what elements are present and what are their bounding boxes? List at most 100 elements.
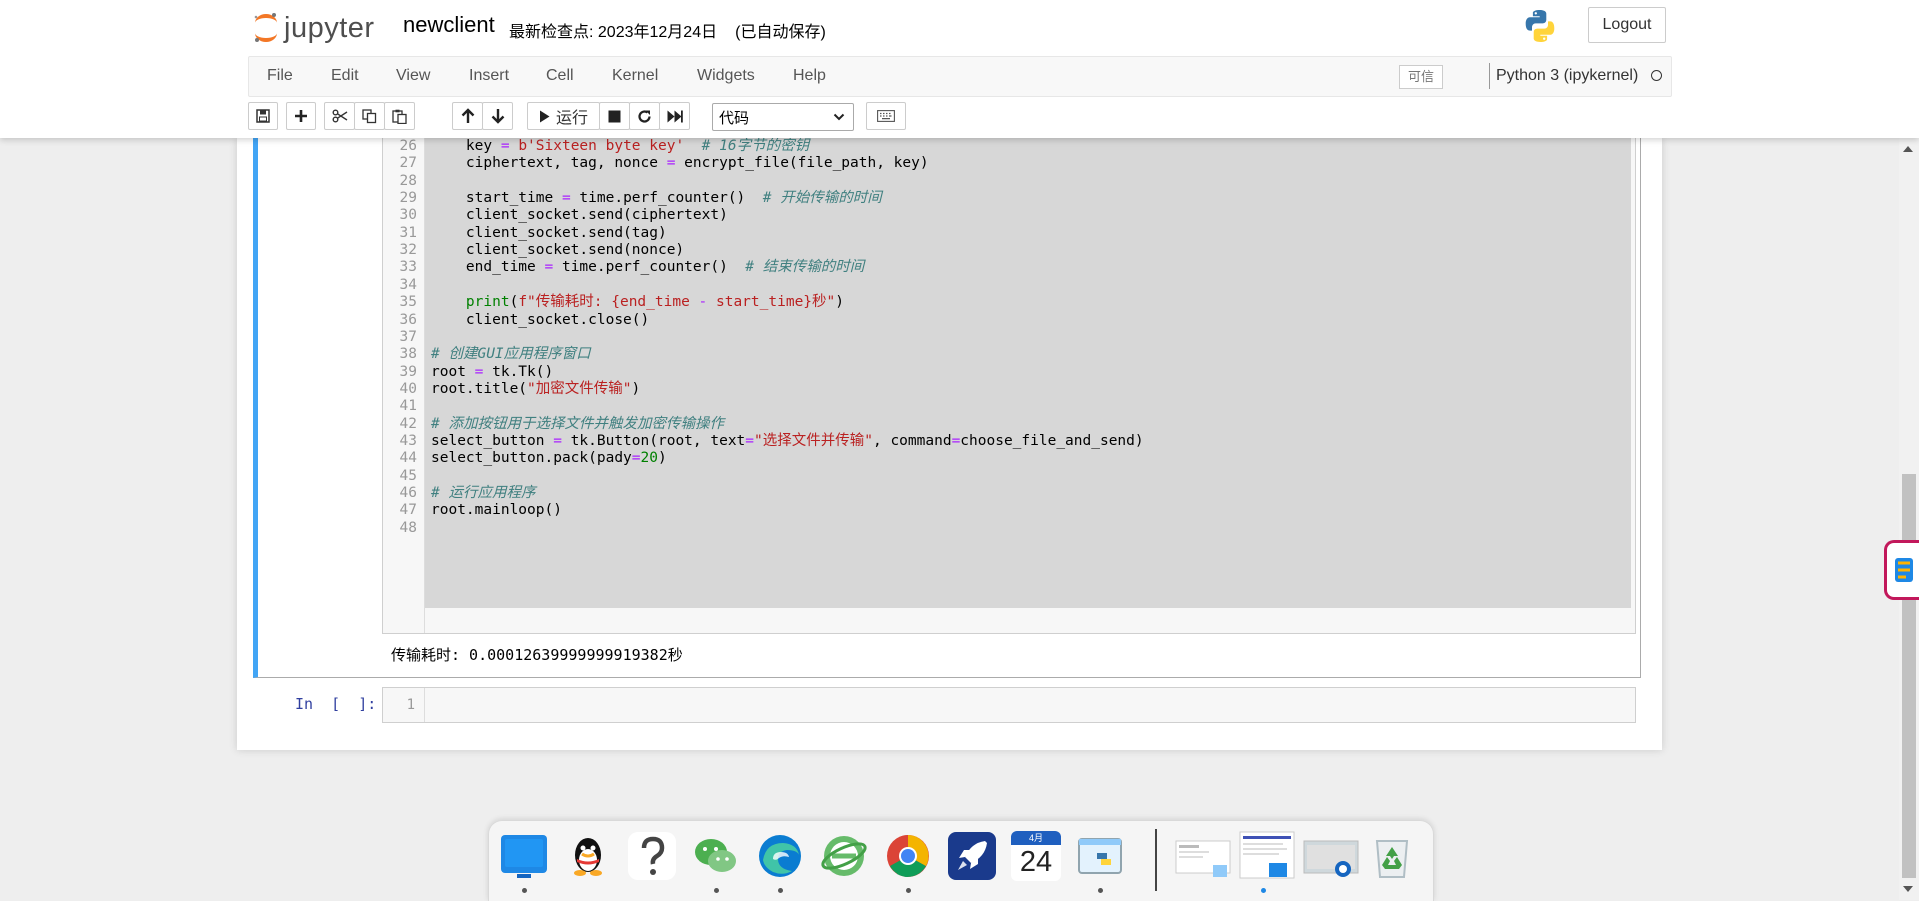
run-icon (539, 110, 550, 122)
notebook-header: jupyter newclient 最新检查点: 2023年12月24日 (已自动… (0, 0, 1919, 138)
desktop-icon (501, 835, 547, 878)
ie-browser-icon (821, 836, 867, 876)
dock-running-dot (906, 888, 911, 893)
menu-cell[interactable]: Cell (546, 67, 574, 85)
move-down-button[interactable] (482, 102, 513, 130)
menu-widgets[interactable]: Widgets (697, 67, 755, 85)
checkpoint-date: 2023年12月24日 (597, 24, 718, 41)
dock-window-thumbnail-1[interactable] (1175, 831, 1231, 881)
dock-window-thumbnail-3[interactable] (1303, 831, 1359, 881)
menu-edit[interactable]: Edit (331, 67, 359, 85)
arrow-down-icon (491, 109, 504, 124)
jupyter-logo[interactable]: jupyter (252, 10, 375, 46)
restart-icon (638, 109, 651, 123)
code-line: 48 (383, 518, 1633, 539)
python-logo-icon (1525, 10, 1555, 42)
taskbar-dock: 4月 24 (488, 820, 1434, 901)
dock-help[interactable] (627, 831, 677, 881)
dock-separator (1155, 829, 1157, 891)
save-icon (256, 109, 270, 123)
calendar-day: 24 (1019, 846, 1053, 878)
trusted-badge[interactable]: 可信 (1399, 65, 1443, 89)
arrow-up-icon (461, 108, 474, 123)
insert-cell-button[interactable] (286, 102, 316, 130)
empty-cell-line-number: 1 (383, 688, 425, 722)
window-thumbnail-icon (1175, 840, 1231, 877)
dock-qq[interactable] (563, 831, 613, 881)
run-button[interactable]: 运行 (527, 102, 600, 130)
restart-run-all-button[interactable] (659, 102, 690, 130)
page-scrollbar[interactable] (1899, 138, 1919, 900)
empty-code-cell[interactable]: In [ ]: 1 (237, 687, 1662, 725)
dock-ie-browser[interactable] (819, 831, 869, 881)
code-editor[interactable]: 26 key = b'Sixteen byte key' # 16字节的密钥 27… (382, 138, 1636, 634)
menu-file[interactable]: File (267, 67, 293, 85)
header-row: jupyter newclient 最新检查点: 2023年12月24日 (已自动… (250, 7, 1670, 48)
kernel-idle-indicator-icon (1651, 70, 1662, 81)
cut-icon (332, 109, 347, 123)
dock-python-idle[interactable] (1075, 831, 1125, 881)
dock-chrome[interactable] (883, 831, 933, 881)
chevron-down-icon (833, 110, 845, 129)
restart-button[interactable] (629, 102, 660, 130)
dock-wechat[interactable] (691, 831, 741, 881)
python-idle-icon (1078, 838, 1122, 874)
plus-icon (295, 110, 307, 122)
keyboard-icon (877, 110, 895, 122)
edge-icon (759, 835, 801, 877)
chrome-icon (887, 835, 929, 877)
copy-icon (362, 108, 377, 123)
checkpoint-label: 最新检查点: (509, 24, 594, 41)
menu-insert[interactable]: Insert (469, 67, 509, 85)
dock-calendar[interactable]: 4月 24 (1011, 831, 1061, 881)
menu-view[interactable]: View (396, 67, 430, 85)
dock-rocket[interactable] (947, 831, 997, 881)
kernel-name[interactable]: Python 3 (ipykernel) (1496, 67, 1638, 85)
stop-icon (608, 110, 621, 122)
save-button[interactable] (248, 102, 278, 130)
rocket-icon (948, 832, 996, 880)
wechat-icon (695, 839, 736, 872)
floating-side-widget[interactable] (1884, 540, 1919, 600)
notebook-name[interactable]: newclient (403, 12, 495, 38)
checkpoint-status: 最新检查点: 2023年12月24日 (已自动保存) (509, 18, 826, 42)
cut-button[interactable] (324, 102, 355, 130)
copy-button[interactable] (354, 102, 385, 130)
dock-running-dot (522, 888, 527, 893)
dock-running-dot (778, 888, 783, 893)
qq-icon (574, 838, 602, 876)
interrupt-button[interactable] (599, 102, 630, 130)
jupyter-logo-icon (254, 13, 277, 42)
scrollbar-thumb[interactable] (1902, 474, 1916, 878)
scroll-up-arrow-icon[interactable] (1903, 146, 1913, 152)
line-number: 48 (399, 519, 417, 536)
empty-cell-input[interactable]: 1 (382, 687, 1636, 723)
command-palette-button[interactable] (866, 102, 906, 130)
fast-forward-icon (667, 110, 683, 122)
dock-edge[interactable] (755, 831, 805, 881)
dock-recycle-bin[interactable] (1367, 831, 1417, 881)
move-up-button[interactable] (452, 102, 483, 130)
input-prompt: In [ ]: (295, 695, 377, 713)
autosave-status: (已自动保存) (735, 24, 826, 41)
dock-running-dot (714, 888, 719, 893)
logout-button[interactable]: Logout (1588, 7, 1666, 43)
dock-window-thumbnail-2[interactable] (1239, 831, 1295, 881)
calendar-icon: 4月 24 (1011, 831, 1061, 881)
paste-button[interactable] (384, 102, 415, 130)
menu-kernel[interactable]: Kernel (612, 67, 658, 85)
cell-type-select[interactable]: 代码 (712, 103, 854, 131)
sidebar-app-icon (1895, 558, 1913, 582)
cell-type-value: 代码 (719, 109, 750, 127)
dock-desktop[interactable] (499, 831, 549, 881)
logo-text: jupyter (284, 11, 375, 44)
window-thumbnail-icon (1239, 831, 1295, 879)
scroll-down-arrow-icon[interactable] (1903, 886, 1913, 892)
menubar: File Edit View Insert Cell Kernel Widget… (248, 56, 1672, 97)
window-thumbnail-icon (1303, 840, 1359, 877)
menu-help[interactable]: Help (793, 67, 826, 85)
run-label: 运行 (555, 110, 588, 127)
help-icon (628, 832, 676, 880)
paste-icon (392, 109, 407, 124)
kernel-separator (1489, 63, 1490, 89)
